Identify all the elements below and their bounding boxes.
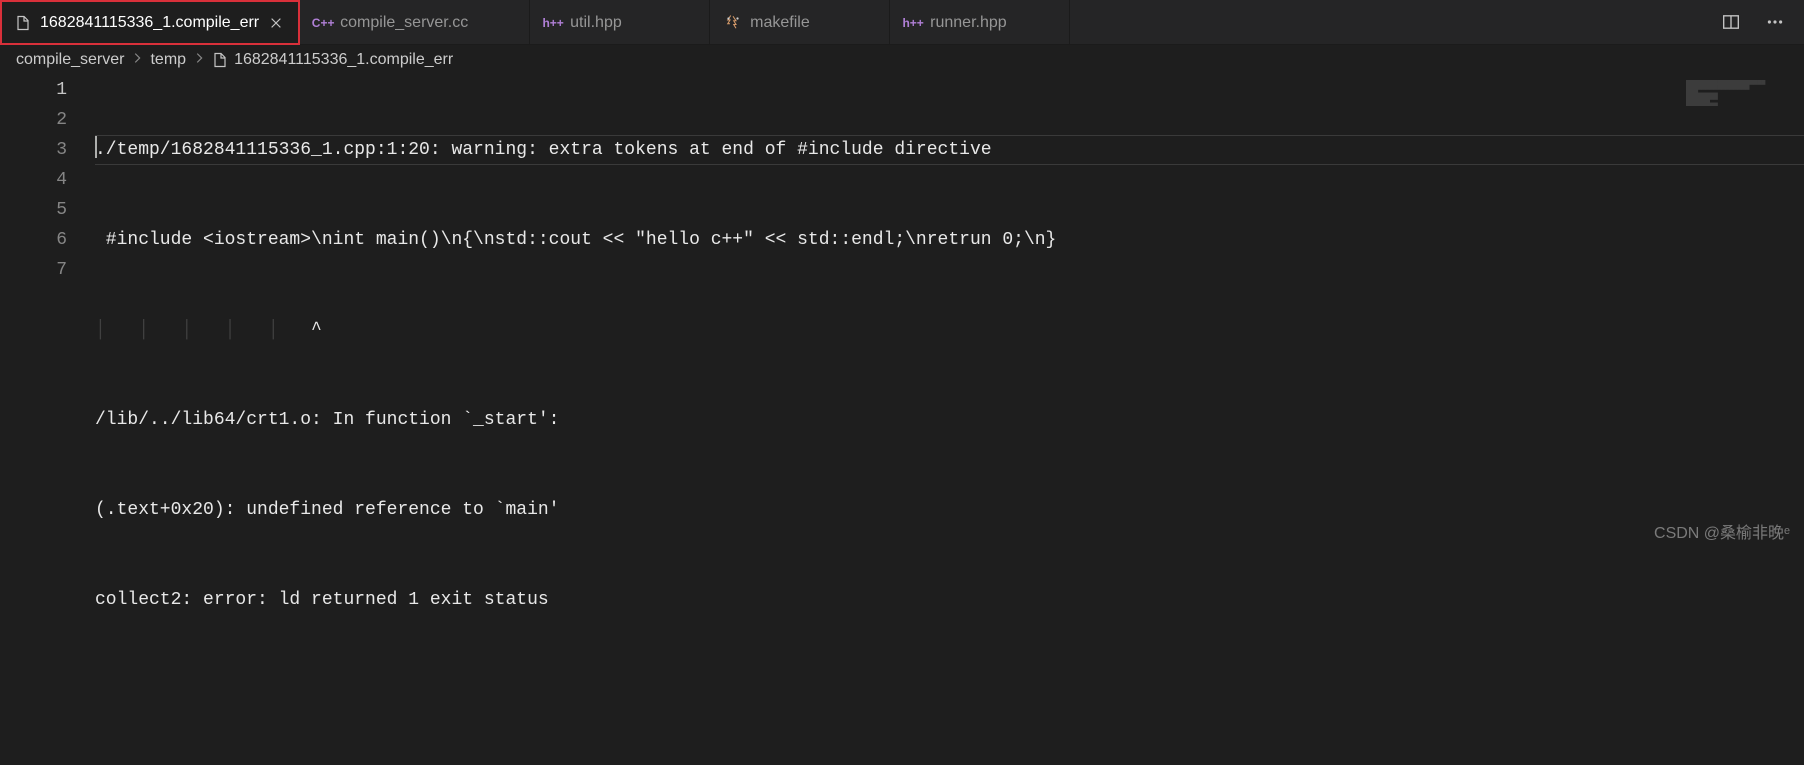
line-number: 5 bbox=[0, 195, 67, 225]
tabs-bar: 1682841115336_1.compile_err C++ compile_… bbox=[0, 0, 1804, 45]
tab-util-hpp[interactable]: h++ util.hpp bbox=[530, 0, 710, 45]
chevron-right-icon bbox=[130, 51, 144, 70]
breadcrumb-file[interactable]: 1682841115336_1.compile_err bbox=[234, 51, 453, 69]
file-icon bbox=[212, 52, 228, 68]
makefile-icon bbox=[724, 14, 742, 32]
breadcrumb-segment[interactable]: compile_server bbox=[16, 51, 124, 69]
code-line bbox=[95, 675, 1804, 705]
watermark: CSDN @桑榆非晚ᵉ bbox=[1654, 519, 1790, 543]
more-actions-icon[interactable] bbox=[1764, 11, 1786, 33]
split-editor-icon[interactable] bbox=[1720, 11, 1742, 33]
tabs-spacer bbox=[1070, 0, 1702, 44]
code-line: collect2: error: ld returned 1 exit stat… bbox=[95, 585, 1804, 615]
tab-makefile[interactable]: makefile bbox=[710, 0, 890, 45]
line-number: 3 bbox=[0, 135, 67, 165]
breadcrumb: compile_server temp 1682841115336_1.comp… bbox=[0, 45, 1804, 75]
line-number: 2 bbox=[0, 105, 67, 135]
gutter: 1 2 3 4 5 6 7 bbox=[0, 75, 95, 549]
code-line: │ │ │ │ │ ^ bbox=[95, 315, 1804, 345]
tab-label: compile_server.cc bbox=[340, 14, 468, 32]
tab-label: util.hpp bbox=[570, 14, 622, 32]
code-line: /lib/../lib64/crt1.o: In function `_star… bbox=[95, 405, 1804, 435]
tab-runner-hpp[interactable]: h++ runner.hpp bbox=[890, 0, 1070, 45]
tab-label: runner.hpp bbox=[930, 14, 1007, 32]
hpp-icon: h++ bbox=[544, 14, 562, 32]
cpp-icon: C++ bbox=[314, 14, 332, 32]
tab-label: 1682841115336_1.compile_err bbox=[40, 14, 259, 32]
editor[interactable]: 1 2 3 4 5 6 7 ./temp/1682841115336_1.cpp… bbox=[0, 75, 1804, 549]
tab-compile-server-cc[interactable]: C++ compile_server.cc bbox=[300, 0, 530, 45]
line-number: 1 bbox=[0, 75, 67, 105]
code-line: ./temp/1682841115336_1.cpp:1:20: warning… bbox=[95, 135, 1804, 165]
code-area[interactable]: ./temp/1682841115336_1.cpp:1:20: warning… bbox=[95, 75, 1804, 549]
tab-label: makefile bbox=[750, 14, 810, 32]
breadcrumb-segment[interactable]: temp bbox=[150, 51, 186, 69]
tabs-actions bbox=[1702, 0, 1804, 44]
tab-compile-err[interactable]: 1682841115336_1.compile_err bbox=[0, 0, 300, 45]
line-number: 6 bbox=[0, 225, 67, 255]
minimap[interactable]: ████████████████████████████████████████… bbox=[1686, 80, 1796, 106]
code-line: (.text+0x20): undefined reference to `ma… bbox=[95, 495, 1804, 525]
hpp-icon: h++ bbox=[904, 14, 922, 32]
close-icon[interactable] bbox=[267, 14, 285, 32]
file-icon bbox=[14, 14, 32, 32]
line-number: 7 bbox=[0, 255, 67, 285]
chevron-right-icon bbox=[192, 51, 206, 70]
line-number: 4 bbox=[0, 165, 67, 195]
code-line: #include <iostream>\nint main()\n{\nstd:… bbox=[95, 225, 1804, 255]
